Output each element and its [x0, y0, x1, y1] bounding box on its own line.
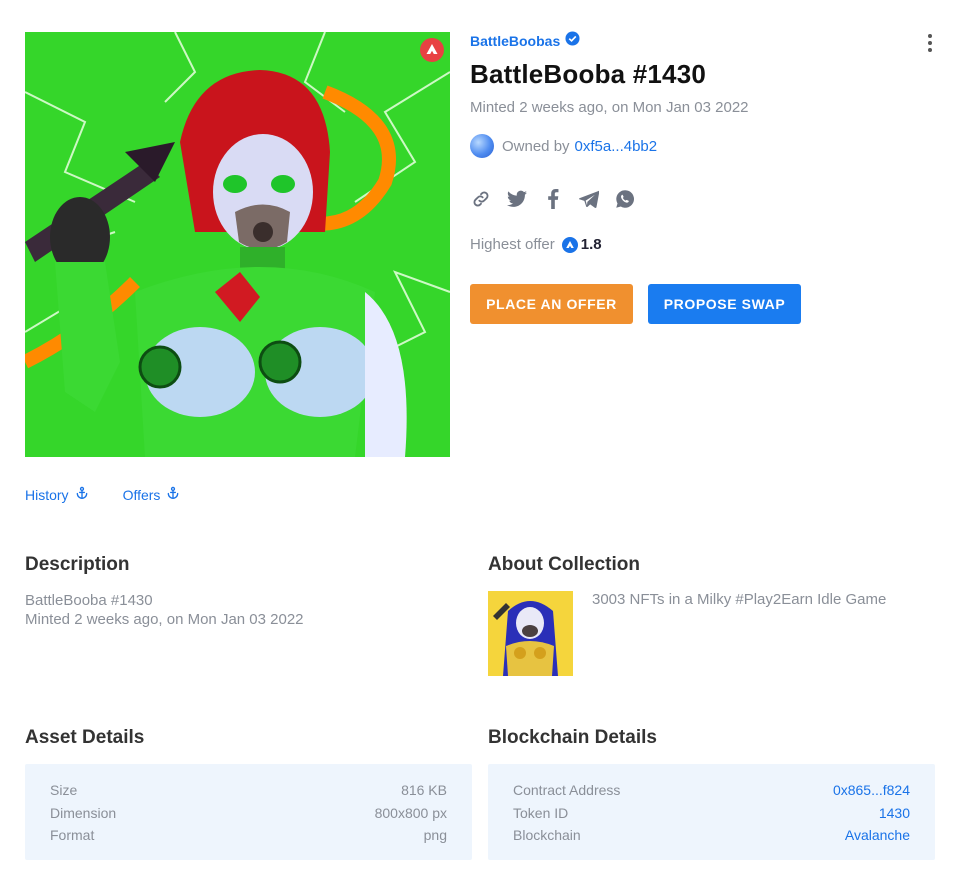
nft-image[interactable] — [25, 32, 450, 457]
details-label: Blockchain — [513, 827, 581, 843]
details-label: Format — [50, 827, 95, 843]
details-row: Contract Address 0x865...f824 — [513, 782, 910, 805]
highest-offer-label: Highest offer — [470, 236, 555, 253]
avalanche-icon — [561, 236, 578, 253]
details-row: Blockchain Avalanche — [513, 827, 910, 850]
kebab-menu-icon[interactable] — [925, 34, 935, 52]
description-line: Minted 2 weeks ago, on Mon Jan 03 2022 — [25, 611, 304, 628]
blockchain-details-heading: Blockchain Details — [488, 727, 657, 748]
anchor-icon — [75, 486, 89, 503]
highest-offer-row: Highest offer 1.8 — [470, 236, 940, 253]
blockchain-link[interactable]: Avalanche — [845, 827, 910, 850]
telegram-icon[interactable] — [578, 188, 600, 210]
offers-link-label: Offers — [122, 486, 161, 503]
propose-swap-button[interactable]: PROPOSE SWAP — [648, 284, 801, 324]
blockchain-details-box: Contract Address 0x865...f824 Token ID 1… — [488, 764, 935, 860]
about-collection-heading: About Collection — [488, 554, 640, 575]
details-row: Token ID 1430 — [513, 805, 910, 828]
asset-details-box: Size 816 KB Dimension 800x800 px Format … — [25, 764, 472, 860]
link-icon[interactable] — [470, 188, 492, 210]
anchor-icon — [166, 486, 180, 503]
details-label: Token ID — [513, 804, 569, 821]
verified-badge-icon — [565, 31, 580, 51]
details-value: 800x800 px — [374, 804, 447, 821]
token-id-link[interactable]: 1430 — [879, 805, 910, 828]
nft-artwork — [25, 32, 450, 457]
twitter-icon[interactable] — [506, 188, 528, 210]
details-label: Dimension — [50, 804, 117, 821]
details-label: Contract Address — [513, 782, 621, 798]
description-line: BattleBooba #1430 — [25, 592, 153, 609]
share-bar — [470, 188, 940, 210]
collection-description: 3003 NFTs in a Milky #Play2Earn Idle Gam… — [592, 591, 887, 608]
details-row: Dimension 800x800 px — [50, 805, 447, 828]
whatsapp-icon[interactable] — [614, 188, 636, 210]
offers-anchor-link[interactable]: Offers — [123, 486, 181, 503]
avalanche-icon — [420, 38, 444, 62]
details-value: png — [423, 827, 447, 843]
details-row: Format png — [50, 827, 447, 850]
owner-row: Owned by 0xf5a...4bb2 — [470, 134, 940, 158]
description-text: BattleBooba #1430 Minted 2 weeks ago, on… — [25, 591, 304, 629]
highest-offer-value: 1.8 — [580, 236, 602, 253]
details-row: Size 816 KB — [50, 782, 447, 805]
facebook-icon[interactable] — [542, 188, 564, 210]
owned-by-label: Owned by — [502, 137, 570, 155]
contract-address-link[interactable]: 0x865...f824 — [833, 782, 910, 805]
history-link-label: History — [25, 486, 69, 503]
details-value: 816 KB — [401, 782, 447, 798]
section-anchors: History Offers — [25, 486, 180, 503]
owner-address-link[interactable]: 0xf5a...4bb2 — [575, 138, 658, 155]
description-heading: Description — [25, 554, 130, 575]
nft-title: BattleBooba #1430 — [470, 59, 707, 89]
history-anchor-link[interactable]: History — [25, 486, 89, 503]
nft-info-panel: BattleBoobas BattleBooba #1430 Minted 2 … — [470, 31, 940, 324]
collection-link[interactable]: BattleBoobas — [470, 33, 560, 49]
minted-date: Minted 2 weeks ago, on Mon Jan 03 2022 — [470, 99, 749, 116]
details-label: Size — [50, 782, 78, 798]
asset-details-heading: Asset Details — [25, 727, 145, 748]
collection-thumbnail[interactable] — [488, 591, 573, 676]
owner-avatar[interactable] — [470, 134, 494, 158]
place-offer-button[interactable]: PLACE AN OFFER — [470, 284, 633, 324]
